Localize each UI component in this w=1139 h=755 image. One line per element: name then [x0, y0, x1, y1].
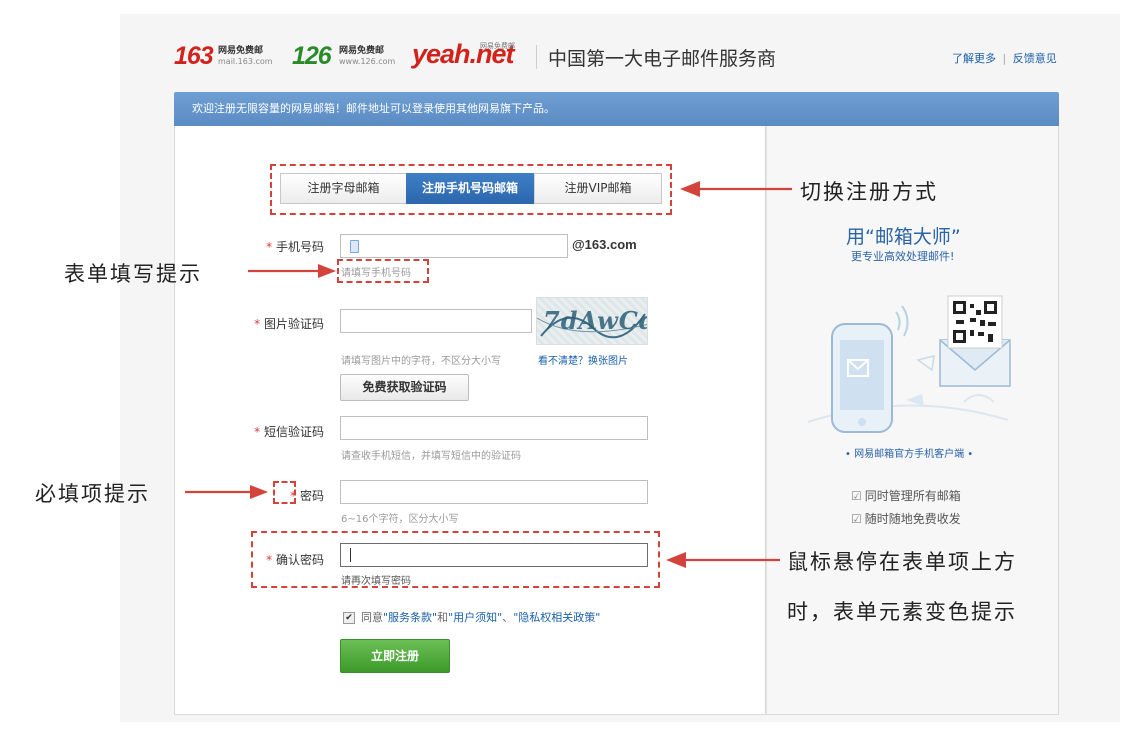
logo-163[interactable]: 163 — [174, 42, 214, 70]
captcha-refresh-link[interactable]: 看不清楚？换张图片 — [538, 352, 628, 367]
password-input[interactable] — [340, 480, 648, 504]
captcha-label-text: 图片验证码 — [263, 317, 324, 331]
logo-126[interactable]: 126 — [292, 42, 332, 70]
phone-hint-highlight-box — [337, 259, 429, 283]
sms-hint: 请查收手机短信，并填写短信中的验证码 — [341, 451, 521, 462]
sidebar-feature-1: ☑ 同时管理所有邮箱 — [851, 487, 961, 504]
sms-code-input[interactable] — [340, 416, 648, 440]
required-marker: * — [266, 240, 273, 254]
mail-master-illustration-icon — [807, 295, 1011, 433]
logo-163-line1: 网易免费邮 — [218, 46, 264, 56]
check-icon: ☑ — [851, 489, 862, 503]
annotation-required-hint: 必填项提示 — [35, 482, 150, 506]
privacy-policy-link[interactable]: "隐私权相关政策" — [513, 611, 600, 624]
annotation-switch-mode: 切换注册方式 — [800, 180, 938, 204]
phone-input-icon — [350, 240, 359, 253]
phone-domain-suffix: @163.com — [572, 237, 637, 252]
tabs-highlight-box — [270, 164, 672, 215]
sidebar-subtitle: 更专业高效处理邮件! — [851, 250, 955, 263]
required-mark-highlight-box — [273, 481, 296, 504]
get-code-button[interactable]: 免费获取验证码 — [340, 374, 469, 401]
annotation-hover-line2: 时，表单元素变色提示 — [787, 600, 1017, 624]
confirm-row-highlight-box — [251, 531, 660, 588]
logo-yeah-tag: 网易免费邮 — [480, 42, 515, 50]
header-slogan: 中国第一大电子邮件服务商 — [548, 48, 777, 70]
logo-126-number: 126 — [292, 42, 332, 70]
annotation-form-hint: 表单填写提示 — [64, 262, 202, 286]
welcome-banner: 欢迎注册无限容量的网易邮箱！邮件地址可以登录使用其他网易旗下产品。 — [174, 92, 1059, 126]
logo-163-text: 网易免费邮 mail.163.com — [218, 46, 273, 67]
annotation-hover-line1: 鼠标悬停在表单项上方 — [787, 550, 1017, 574]
header-links: 了解更多 | 反馈意见 — [952, 50, 1057, 66]
phone-label: * 手机号码 — [214, 238, 324, 255]
sidebar-title: 用“邮箱大师” — [846, 226, 961, 248]
sms-label: * 短信验证码 — [214, 423, 324, 440]
user-notice-link[interactable]: "用户须知" — [448, 611, 502, 624]
required-marker: * — [254, 317, 261, 331]
logo-163-number: 163 — [174, 42, 214, 70]
sidebar-caption: • 网易邮箱官方手机客户端 • — [845, 449, 974, 460]
captcha-label: * 图片验证码 — [214, 315, 324, 332]
register-button[interactable]: 立即注册 — [340, 639, 450, 673]
logo-126-text: 网易免费邮 www.126.com — [339, 46, 395, 67]
check-icon: ☑ — [851, 512, 862, 526]
header-divider — [536, 45, 537, 69]
header-link-separator: | — [1002, 52, 1007, 65]
agree-and: 和 — [437, 611, 449, 624]
captcha-input[interactable] — [340, 309, 532, 333]
logo-163-line2: mail.163.com — [218, 57, 273, 66]
phone-label-text: 手机号码 — [275, 240, 324, 254]
agreement-row: ✔ 同意"服务条款"和"用户须知"、"隐私权相关政策" — [343, 609, 600, 625]
password-label: * 密码 — [214, 487, 324, 504]
sidebar-feature-2: ☑ 随时随地免费收发 — [851, 510, 961, 527]
captcha-text: 7dAwCd — [543, 306, 648, 335]
learn-more-link[interactable]: 了解更多 — [952, 52, 996, 65]
phone-input[interactable] — [340, 234, 568, 258]
terms-link[interactable]: "服务条款" — [383, 611, 437, 624]
sidebar-feature-2-text: 随时随地免费收发 — [864, 512, 961, 526]
logo-126-line2: www.126.com — [339, 57, 396, 66]
captcha-hint: 请填写图片中的字符，不区分大小写 — [341, 356, 501, 367]
password-label-text: 密码 — [299, 489, 324, 503]
agree-checkbox[interactable]: ✔ — [343, 612, 355, 624]
sms-label-text: 短信验证码 — [263, 425, 324, 439]
feedback-link[interactable]: 反馈意见 — [1013, 52, 1057, 65]
captcha-image[interactable]: 7dAwCd — [536, 297, 648, 345]
sidebar-feature-1-text: 同时管理所有邮箱 — [864, 489, 961, 503]
password-hint: 6~16个字符，区分大小写 — [341, 514, 459, 525]
required-marker: * — [254, 425, 261, 439]
agree-prefix: 同意 — [361, 611, 383, 624]
agree-comma: 、 — [502, 611, 514, 624]
logo-126-line1: 网易免费邮 — [339, 46, 385, 56]
